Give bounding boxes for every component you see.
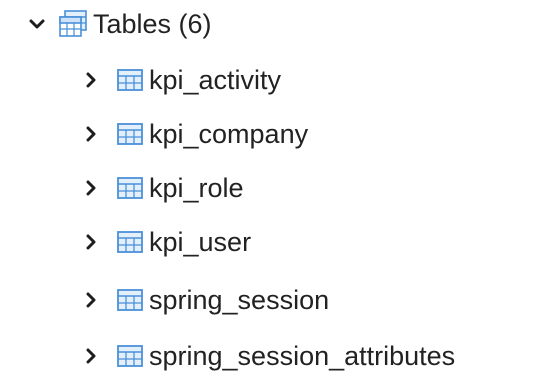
tree-node-table[interactable]: spring_session_attributes (80, 336, 455, 376)
table-name: kpi_role (149, 173, 244, 203)
tables-folder-icon (57, 8, 89, 40)
table-icon (116, 342, 144, 370)
chevron-right-icon[interactable] (80, 231, 102, 253)
table-name: spring_session (149, 285, 330, 315)
tree-node-tables-folder[interactable]: Tables (6) (26, 4, 212, 44)
tree-node-table[interactable]: kpi_activity (80, 60, 281, 100)
tree-node-table[interactable]: spring_session (80, 280, 329, 320)
chevron-right-icon[interactable] (80, 177, 102, 199)
table-name: kpi_user (149, 227, 252, 257)
table-icon (116, 174, 144, 202)
table-name: spring_session_attributes (149, 341, 456, 371)
table-name: kpi_activity (149, 65, 282, 95)
tree-node-table[interactable]: kpi_company (80, 114, 308, 154)
chevron-right-icon[interactable] (80, 123, 102, 145)
table-name: kpi_company (149, 119, 309, 149)
chevron-right-icon[interactable] (80, 345, 102, 367)
table-icon (116, 66, 144, 94)
object-tree: Tables (6) kpi_activity kpi_company kpi_… (0, 0, 546, 373)
tree-node-table[interactable]: kpi_user (80, 222, 251, 262)
table-icon (116, 228, 144, 256)
table-icon (116, 286, 144, 314)
tables-folder-label: Tables (6) (93, 9, 212, 39)
chevron-down-icon[interactable] (26, 13, 48, 35)
chevron-right-icon[interactable] (80, 289, 102, 311)
tree-node-table[interactable]: kpi_role (80, 168, 244, 208)
table-icon (116, 120, 144, 148)
chevron-right-icon[interactable] (80, 69, 102, 91)
